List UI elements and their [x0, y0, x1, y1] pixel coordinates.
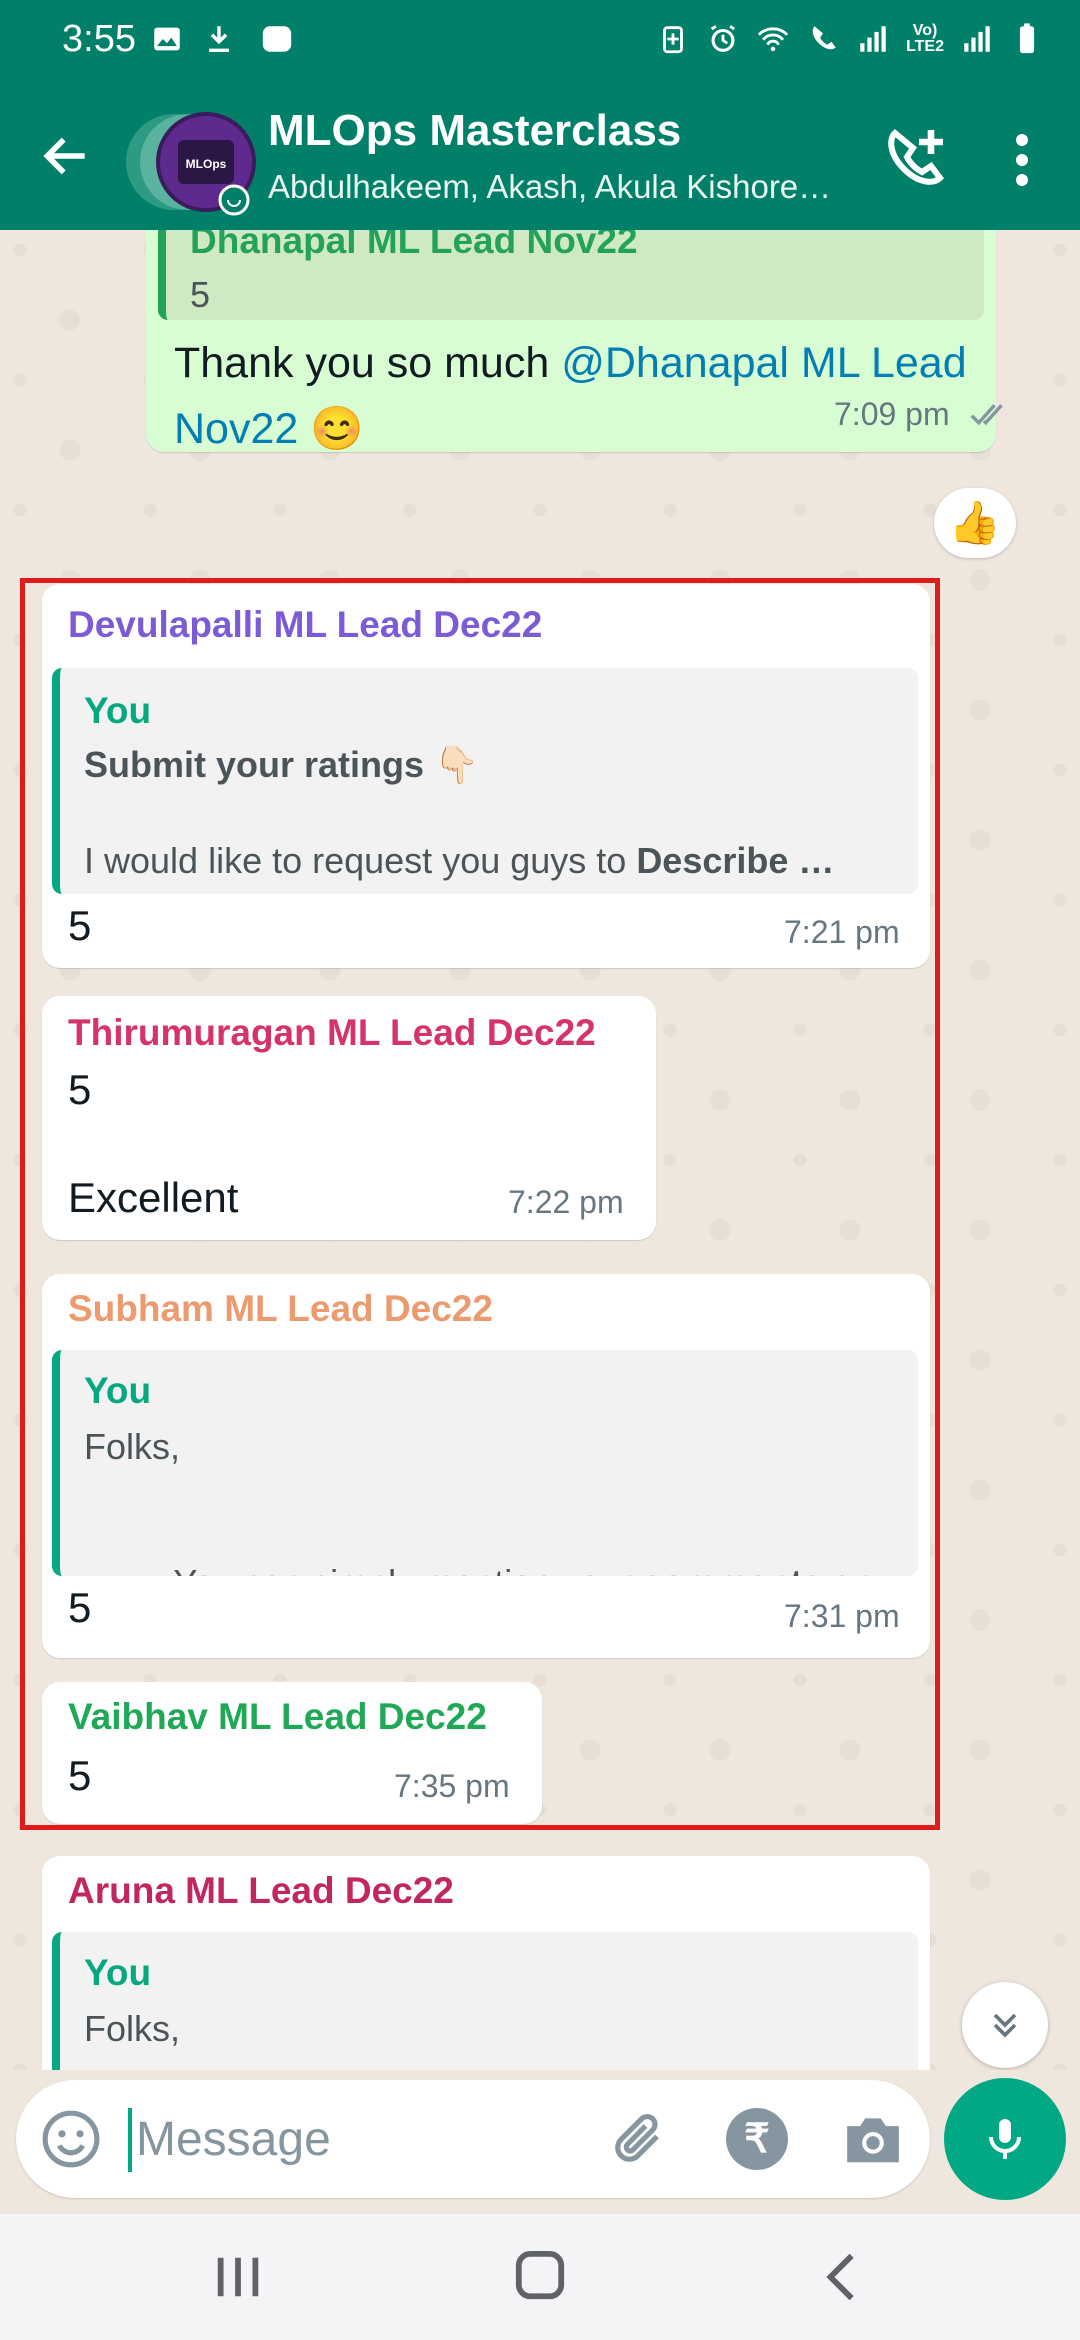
chat-participants[interactable]: Abdulhakeem, Akash, Akula Kishore… [268, 168, 848, 206]
double-chevron-down-icon [993, 2013, 1017, 2038]
avatar-image: MLOps [126, 112, 256, 216]
quote-text: 5 [190, 274, 211, 315]
incoming-message[interactable]: Subham ML Lead Dec22 You Folks, You can … [42, 1274, 930, 1658]
message-time: 7:09 pm [834, 396, 950, 432]
quote-author: Dhanapal ML Lead Nov22 [190, 230, 638, 261]
message-input[interactable] [136, 2102, 576, 2176]
status-bar: 3:55 Vo) LTE2 [0, 0, 1080, 84]
wifi-icon [757, 27, 789, 52]
message-text-line1: 5 [68, 1066, 92, 1113]
sender-name[interactable]: Vaibhav ML Lead Dec22 [68, 1696, 487, 1738]
thumbs-up-reaction[interactable]: 👍 [934, 488, 1016, 558]
home-icon[interactable] [510, 2250, 570, 2304]
quote-line1: Folks, [84, 1426, 181, 1467]
incoming-message[interactable]: Vaibhav ML Lead Dec22 5 7:35 pm [42, 1682, 542, 1824]
message-time: 7:21 pm [784, 914, 900, 950]
incoming-message[interactable]: Thirumuragan ML Lead Dec22 5 Excellent 7… [42, 996, 656, 1240]
alarm-icon [710, 25, 736, 52]
double-check-icon [970, 404, 1003, 426]
outgoing-message[interactable]: Dhanapal ML Lead Nov22 5 Thank you so mu… [146, 230, 1003, 453]
quoted-message[interactable]: You Folks, [52, 1932, 918, 2070]
incoming-message[interactable]: Devulapalli ML Lead Dec22 You Submit you… [42, 584, 930, 968]
system-nav-bar [0, 2214, 1080, 2340]
attach-icon[interactable] [608, 2108, 670, 2170]
sender-name[interactable]: Subham ML Lead Dec22 [68, 1288, 493, 1330]
quoted-message[interactable]: You Submit your ratings 👇🏻 I would like … [52, 668, 918, 894]
sender-name[interactable]: Devulapalli ML Lead Dec22 [68, 604, 542, 646]
smile-emoji: 😊 [310, 405, 364, 453]
more-vert-icon[interactable] [1000, 128, 1044, 192]
scroll-to-bottom-button[interactable] [962, 1982, 1048, 2068]
quoted-message[interactable]: Dhanapal ML Lead Nov22 5 [158, 230, 984, 320]
notification-icon [262, 26, 292, 52]
quote-line1: Folks, [84, 2008, 181, 2049]
signal-icon [964, 26, 990, 52]
mic-icon [989, 2119, 1021, 2159]
sender-name[interactable]: Aruna ML Lead Dec22 [68, 1870, 454, 1912]
message-time: 7:31 pm [784, 1598, 900, 1634]
emoji-icon[interactable] [40, 2108, 102, 2170]
battery-saver-icon [663, 26, 683, 54]
back-arrow-icon[interactable] [38, 128, 94, 184]
message-composer: ₹ [16, 2080, 930, 2198]
quote-author: You [84, 690, 152, 731]
battery-icon [1019, 23, 1035, 54]
app-header: 3:55 Vo) LTE2 MLOps MLOps Masterclass Ab… [0, 0, 1080, 230]
message-text-line2: Excellent [68, 1174, 239, 1221]
download-icon [209, 26, 229, 53]
status-left-icons [150, 22, 300, 56]
message-text: 5 [68, 902, 92, 949]
image-icon [154, 27, 180, 51]
avatar-label: MLOps [186, 157, 227, 171]
message-time: 7:22 pm [508, 1184, 624, 1220]
quote-text: I would like to request you guys to Desc… [84, 840, 835, 881]
group-avatar[interactable]: MLOps [126, 104, 261, 219]
chat-messages[interactable]: Dhanapal ML Lead Nov22 5 Thank you so mu… [0, 230, 1080, 2070]
message-text: 5 [68, 1752, 92, 1799]
back-icon[interactable] [812, 2250, 872, 2304]
quoted-message[interactable]: You Folks, You can simply mention your c… [52, 1350, 918, 1576]
quote-title: Submit your ratings 👇🏻 [84, 744, 479, 785]
network-type-label: Vo) LTE2 [906, 22, 944, 55]
quote-author: You [84, 1370, 152, 1411]
mic-button[interactable] [944, 2078, 1066, 2200]
incoming-message[interactable]: Aruna ML Lead Dec22 You Folks, [42, 1856, 930, 2070]
chat-title[interactable]: MLOps Masterclass [268, 106, 681, 156]
quote-text: You can simply mention your comments an… [84, 1520, 910, 1576]
message-time: 7:35 pm [394, 1768, 510, 1804]
status-right-icons: Vo) LTE2 [656, 22, 1044, 56]
sender-name[interactable]: Thirumuragan ML Lead Dec22 [68, 1012, 596, 1054]
text-cursor [128, 2108, 132, 2172]
status-time: 3:55 [62, 18, 136, 60]
recent-apps-icon[interactable] [208, 2250, 268, 2304]
signal-icon [860, 26, 886, 52]
quote-author: You [84, 1952, 152, 1993]
message-text: 5 [68, 1584, 92, 1631]
rupee-payment-icon[interactable]: ₹ [726, 2108, 788, 2170]
camera-icon[interactable] [842, 2110, 904, 2168]
add-call-icon[interactable] [880, 124, 952, 196]
wifi-call-icon [812, 26, 836, 50]
